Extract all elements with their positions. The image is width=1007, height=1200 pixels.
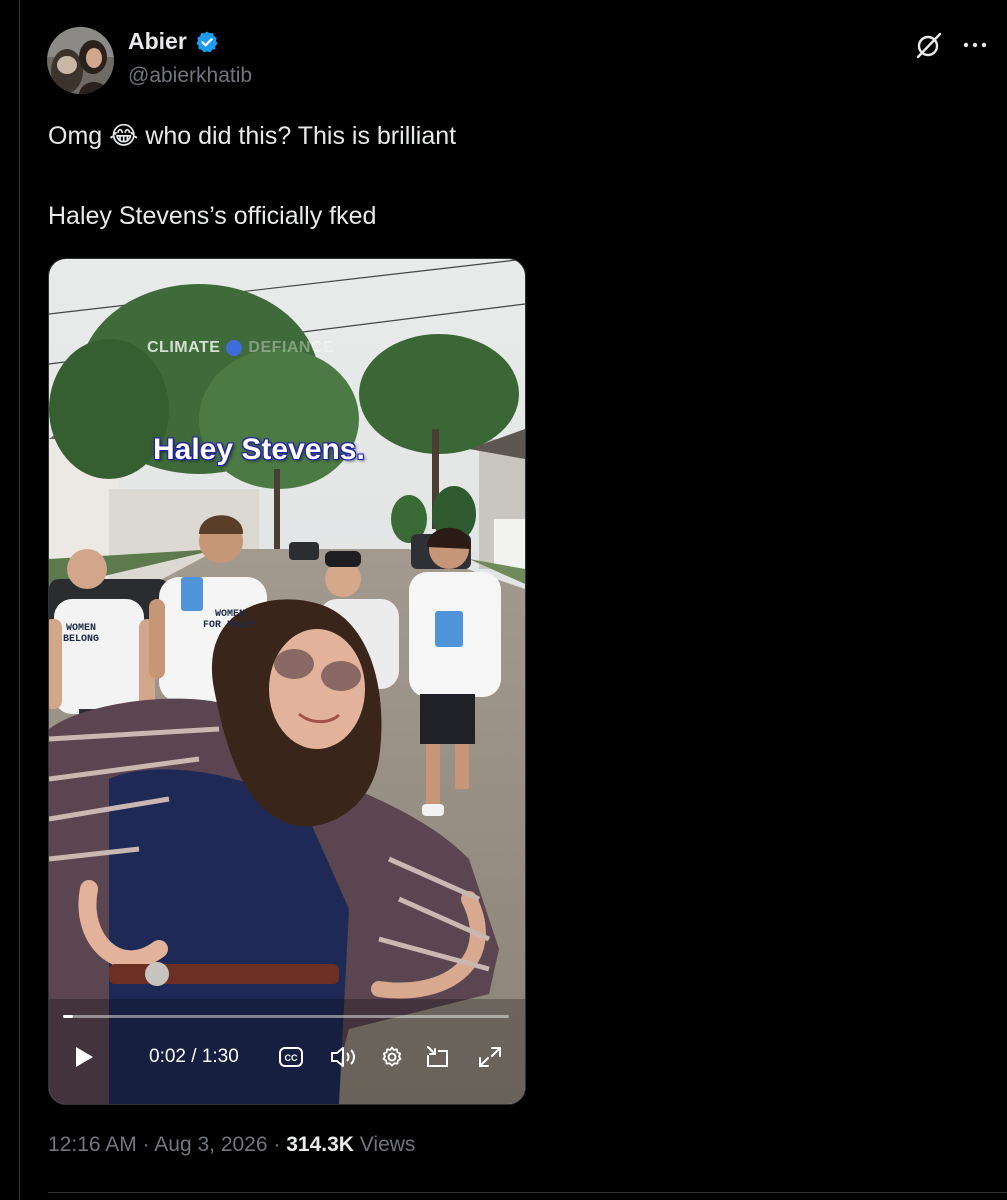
- author-name[interactable]: Abier: [128, 28, 187, 55]
- volume-button[interactable]: [327, 1037, 361, 1077]
- author-name-row: Abier: [128, 28, 219, 55]
- captions-icon: CC: [279, 1047, 303, 1067]
- video-caption: Haley Stevens.: [153, 433, 365, 466]
- picture-in-picture-button[interactable]: [423, 1037, 453, 1077]
- more-icon: [963, 42, 987, 48]
- volume-icon: [331, 1047, 355, 1067]
- meta-separator-1: ·: [142, 1133, 150, 1156]
- video-frame: [49, 259, 525, 1104]
- column-left-border: [19, 0, 20, 1200]
- watermark-right: DEFIANCE: [248, 339, 335, 356]
- video-time: 0:02 / 1:30: [149, 1046, 239, 1067]
- grok-button[interactable]: [912, 28, 946, 62]
- video-watermark: CLIMATE DEFIANCE: [147, 339, 334, 357]
- captions-button[interactable]: CC: [275, 1037, 307, 1077]
- meta-separator-2: ·: [273, 1133, 281, 1156]
- tweet-line-2: Haley Stevens’s officially fked: [48, 202, 377, 230]
- picture-in-picture-icon: [427, 1046, 448, 1067]
- shirt-text-women-belong: WOMEN BELONG: [63, 623, 100, 645]
- views-count[interactable]: 314.3K: [286, 1133, 354, 1156]
- tears-of-joy-emoji: 😂: [109, 121, 139, 150]
- tweet-bottom-divider: [48, 1192, 1007, 1193]
- svg-text:CC: CC: [285, 1053, 298, 1063]
- more-options-button[interactable]: [958, 28, 992, 62]
- play-button[interactable]: [67, 1037, 101, 1077]
- video-player[interactable]: CLIMATE DEFIANCE Haley Stevens. WOMEN BE…: [48, 258, 526, 1105]
- tweet-line-1: Omg 😂 who did this? This is brilliant: [48, 118, 456, 154]
- video-progress-track[interactable]: [63, 1015, 509, 1018]
- fullscreen-icon: [479, 1047, 501, 1067]
- tweet-text-end: who did this? This is brilliant: [145, 122, 457, 150]
- video-controls: 0:02 / 1:30 CC: [49, 1037, 525, 1097]
- shirt-text-women-for-haley: WOMEN FOR HALEY: [203, 609, 258, 631]
- author-handle[interactable]: @abierkhatib: [128, 64, 252, 88]
- settings-button[interactable]: [377, 1037, 407, 1077]
- tweet-text: Omg 😂 who did this? This is brilliant Ha…: [48, 118, 456, 234]
- tweet-date[interactable]: Aug 3, 2026: [154, 1133, 267, 1156]
- grok-icon: [916, 32, 942, 59]
- verified-badge-icon: [196, 31, 218, 52]
- play-icon: [76, 1047, 93, 1067]
- fullscreen-button[interactable]: [475, 1037, 505, 1077]
- avatar-image: [47, 27, 114, 94]
- views-label: Views: [359, 1133, 416, 1156]
- watermark-logo-icon: [226, 340, 243, 356]
- tweet-meta: 12:16 AM · Aug 3, 2026 · 314.3K Views: [48, 1133, 415, 1157]
- settings-gear-icon: [382, 1046, 402, 1067]
- video-progress-fill: [63, 1015, 73, 1018]
- tweet-time[interactable]: 12:16 AM: [48, 1133, 137, 1156]
- author-avatar[interactable]: [47, 27, 114, 94]
- watermark-left: CLIMATE: [147, 339, 221, 356]
- tweet-text-start: Omg: [48, 122, 103, 150]
